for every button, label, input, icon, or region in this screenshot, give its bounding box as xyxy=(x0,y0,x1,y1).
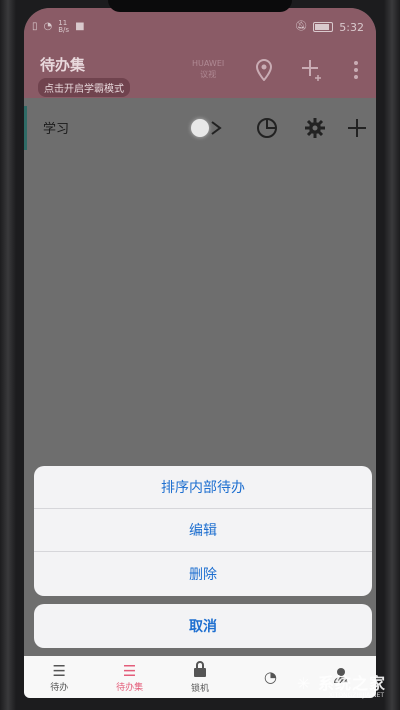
add-todo-icon[interactable] xyxy=(343,114,371,142)
chevron-right-icon xyxy=(211,121,222,135)
phone-notch xyxy=(108,0,292,12)
settings-gear-icon[interactable] xyxy=(301,114,329,142)
stats-icon: ◔ xyxy=(263,668,277,686)
delete-button[interactable]: 删除 xyxy=(34,552,372,596)
collection-icon: ☰ xyxy=(122,661,137,680)
tab-stats[interactable]: ◔ xyxy=(235,656,305,698)
edit-button[interactable]: 编辑 xyxy=(34,509,372,552)
more-menu-icon[interactable] xyxy=(344,58,368,82)
tab-label: 待办集 xyxy=(116,682,144,693)
net-speed: 11 B/s xyxy=(58,20,69,34)
tab-label: 锁机 xyxy=(191,683,210,694)
site-watermark-url: XITONGZHIJIA.NET xyxy=(328,692,384,699)
site-watermark-logo: ✳ 系统之家 xyxy=(297,674,386,693)
sim-icon: ▯ xyxy=(32,21,38,32)
toggle-knob xyxy=(191,119,209,137)
tab-todo[interactable]: ☰ 待办 xyxy=(24,656,94,698)
app-screen: ▯ ◔ 11 B/s ■ 🔕︎ 5:32 待办集 点击开启学霸模式 HUAWEI… xyxy=(24,8,376,698)
action-sheet: 排序内部待办 编辑 删除 xyxy=(34,466,372,596)
tab-lock[interactable]: 锁机 xyxy=(165,656,235,698)
tab-label: 待办 xyxy=(50,682,69,693)
status-time: 5:32 xyxy=(339,20,364,34)
lock-icon xyxy=(193,660,207,681)
app-header: ▯ ◔ 11 B/s ■ 🔕︎ 5:32 待办集 点击开启学霸模式 HUAWEI… xyxy=(24,8,376,98)
mute-bell-icon: 🔕︎ xyxy=(294,21,308,32)
brand-watermark-line2: 议视 xyxy=(200,70,217,79)
collection-label: 学习 xyxy=(43,122,70,137)
cancel-button[interactable]: 取消 xyxy=(34,604,372,648)
status-bar: ▯ ◔ 11 B/s ■ 🔕︎ 5:32 xyxy=(24,20,376,36)
study-mode-button[interactable]: 点击开启学霸模式 xyxy=(38,78,130,97)
collection-row[interactable]: 学习 xyxy=(24,106,376,150)
location-icon[interactable] xyxy=(252,58,276,82)
sort-internal-todos-button[interactable]: 排序内部待办 xyxy=(34,466,372,509)
wifi-icon: ◔ xyxy=(43,21,53,32)
brand-watermark: HUAWEI 议视 xyxy=(192,58,224,80)
collection-toggle[interactable] xyxy=(187,114,227,142)
tab-collections[interactable]: ☰ 待办集 xyxy=(94,656,164,698)
battery-icon xyxy=(313,22,334,32)
net-speed-unit: B/s xyxy=(58,26,70,34)
notification-icon: ■ xyxy=(75,21,85,32)
add-collection-icon[interactable] xyxy=(300,58,324,82)
page-title: 待办集 xyxy=(40,56,86,74)
menu-lines-icon: ☰ xyxy=(52,661,66,680)
brand-watermark-line1: HUAWEI xyxy=(192,59,225,68)
stats-pie-icon[interactable] xyxy=(253,114,281,142)
